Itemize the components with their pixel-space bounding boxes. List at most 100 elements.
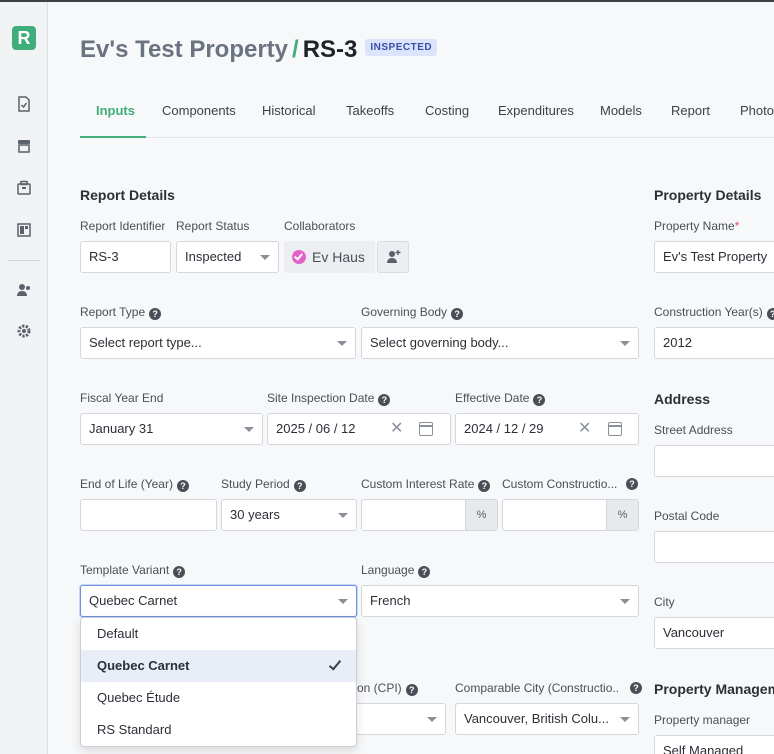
help-icon[interactable]: ? bbox=[478, 480, 491, 492]
label-street-address: Street Address bbox=[654, 423, 733, 437]
dropdown-option-quebec-carnet[interactable]: Quebec Carnet bbox=[81, 650, 356, 682]
report-status-select[interactable]: Inspected bbox=[176, 241, 279, 273]
property-name-value: Ev's Test Property bbox=[663, 249, 768, 264]
help-icon[interactable]: ? bbox=[418, 566, 431, 578]
collaborator-chip[interactable]: Ev Haus bbox=[284, 241, 375, 273]
study-period-select[interactable]: 30 years bbox=[221, 499, 357, 531]
storefront-icon[interactable] bbox=[16, 138, 32, 154]
chevron-down-icon bbox=[337, 341, 347, 346]
dropdown-option-default[interactable]: Default bbox=[81, 618, 356, 650]
breadcrumb-property[interactable]: Ev's Test Property bbox=[80, 36, 288, 63]
calendar-icon[interactable] bbox=[419, 422, 433, 436]
add-collaborator-button[interactable] bbox=[377, 241, 409, 273]
tab-costing[interactable]: Costing bbox=[425, 103, 469, 118]
active-tab-indicator bbox=[80, 136, 146, 138]
postal-code-input[interactable] bbox=[654, 531, 774, 563]
template-variant-select[interactable]: Quebec Carnet bbox=[80, 585, 357, 617]
property-name-input[interactable]: Ev's Test Property bbox=[654, 241, 774, 273]
site-inspection-date-input[interactable]: 2025 / 06 / 12 ✕ bbox=[267, 413, 451, 445]
briefcase-icon[interactable] bbox=[16, 180, 32, 196]
comparable-city-select[interactable]: Vancouver, British Colu... bbox=[455, 703, 639, 735]
tab-inputs[interactable]: Inputs bbox=[96, 103, 135, 118]
clear-icon[interactable]: ✕ bbox=[578, 414, 591, 444]
gear-icon[interactable] bbox=[16, 323, 32, 339]
document-check-icon[interactable] bbox=[16, 96, 32, 112]
checkmark-icon bbox=[328, 657, 342, 671]
help-icon[interactable]: ? bbox=[173, 566, 186, 578]
label-collaborators: Collaborators bbox=[284, 219, 356, 233]
label-end-of-life: End of Life (Year)? bbox=[80, 477, 189, 492]
street-address-input[interactable] bbox=[654, 445, 774, 477]
tab-expenditures[interactable]: Expenditures bbox=[498, 103, 574, 118]
tab-photos[interactable]: Photos bbox=[740, 103, 774, 118]
chevron-down-icon bbox=[620, 341, 630, 346]
label-language: Language? bbox=[361, 563, 431, 578]
governing-body-select[interactable]: Select governing body... bbox=[361, 327, 639, 359]
sidebar-divider bbox=[8, 260, 40, 261]
layout-icon[interactable] bbox=[16, 222, 32, 238]
help-icon[interactable]: ? bbox=[630, 682, 642, 694]
label-custom-construction: Custom Constructio... bbox=[502, 477, 618, 491]
study-period-value: 30 years bbox=[230, 507, 280, 522]
calendar-icon[interactable] bbox=[608, 422, 622, 436]
label-report-identifier: Report Identifier bbox=[80, 219, 166, 233]
help-icon[interactable]: ? bbox=[626, 478, 638, 490]
help-icon[interactable]: ? bbox=[451, 308, 464, 320]
section-title-report-details: Report Details bbox=[80, 187, 175, 203]
users-icon[interactable] bbox=[16, 282, 32, 298]
help-icon[interactable]: ? bbox=[378, 394, 391, 406]
effective-date-input[interactable]: 2024 / 12 / 29 ✕ bbox=[455, 413, 639, 445]
chevron-down-icon bbox=[427, 717, 437, 722]
label-property-manager: Property manager bbox=[654, 713, 751, 727]
help-icon[interactable]: ? bbox=[176, 480, 189, 492]
breadcrumb-separator: / bbox=[292, 36, 299, 63]
help-icon[interactable]: ? bbox=[766, 308, 774, 320]
tab-report[interactable]: Report bbox=[671, 103, 710, 118]
label-study-period: Study Period? bbox=[221, 477, 306, 492]
section-title-address: Address bbox=[654, 391, 711, 407]
help-icon[interactable]: ? bbox=[293, 480, 306, 492]
tab-models[interactable]: Models bbox=[600, 103, 642, 118]
percent-suffix: % bbox=[465, 500, 497, 530]
app-logo[interactable]: R bbox=[12, 26, 36, 50]
clear-icon[interactable]: ✕ bbox=[390, 414, 403, 444]
page-title: Ev's Test Property / RS-3 INSPECTED bbox=[80, 36, 438, 64]
custom-construction-input[interactable]: % bbox=[502, 499, 639, 531]
report-code: RS-3 bbox=[302, 36, 358, 63]
chevron-down-icon bbox=[244, 427, 254, 432]
governing-body-value: Select governing body... bbox=[370, 335, 509, 350]
label-effective-date: Effective Date? bbox=[455, 391, 546, 406]
template-variant-dropdown-menu: Default Quebec Carnet Quebec Étude RS St… bbox=[80, 617, 357, 747]
property-manager-select[interactable]: Self Managed bbox=[654, 735, 774, 754]
report-type-select[interactable]: Select report type... bbox=[80, 327, 356, 359]
chevron-down-icon bbox=[338, 513, 348, 518]
custom-interest-rate-input[interactable]: % bbox=[361, 499, 498, 531]
tab-components[interactable]: Components bbox=[162, 103, 236, 118]
end-of-life-input[interactable] bbox=[80, 499, 217, 531]
construction-years-input[interactable]: 2012 bbox=[654, 327, 774, 359]
site-inspection-date-value: 2025 / 06 / 12 bbox=[276, 421, 356, 436]
help-icon[interactable]: ? bbox=[533, 394, 546, 406]
main-content: Ev's Test Property / RS-3 INSPECTED Inputs … bbox=[48, 2, 774, 754]
chevron-down-icon bbox=[620, 599, 630, 604]
help-icon[interactable]: ? bbox=[405, 684, 418, 696]
tab-takeoffs[interactable]: Takeoffs bbox=[346, 103, 394, 118]
fiscal-year-end-select[interactable]: January 31 bbox=[80, 413, 263, 445]
sidebar: R bbox=[0, 2, 48, 754]
cpi-select[interactable] bbox=[348, 703, 446, 735]
city-input[interactable]: Vancouver bbox=[654, 617, 774, 649]
comparable-city-value: Vancouver, British Colu... bbox=[464, 711, 609, 726]
tab-bar: Inputs Components Historical Takeoffs Co… bbox=[80, 92, 774, 138]
help-icon[interactable]: ? bbox=[149, 308, 162, 320]
tab-historical[interactable]: Historical bbox=[262, 103, 315, 118]
report-identifier-input[interactable]: RS-3 bbox=[80, 241, 171, 273]
label-report-status: Report Status bbox=[176, 219, 250, 233]
label-governing-body: Governing Body? bbox=[361, 305, 464, 320]
language-select[interactable]: French bbox=[361, 585, 639, 617]
section-title-property-management: Property Managem bbox=[654, 681, 774, 697]
city-value: Vancouver bbox=[663, 625, 725, 640]
dropdown-option-quebec-etude[interactable]: Quebec Étude bbox=[81, 682, 356, 714]
chevron-down-icon bbox=[620, 717, 630, 722]
dropdown-option-rs-standard[interactable]: RS Standard bbox=[81, 714, 356, 746]
language-value: French bbox=[370, 593, 411, 608]
